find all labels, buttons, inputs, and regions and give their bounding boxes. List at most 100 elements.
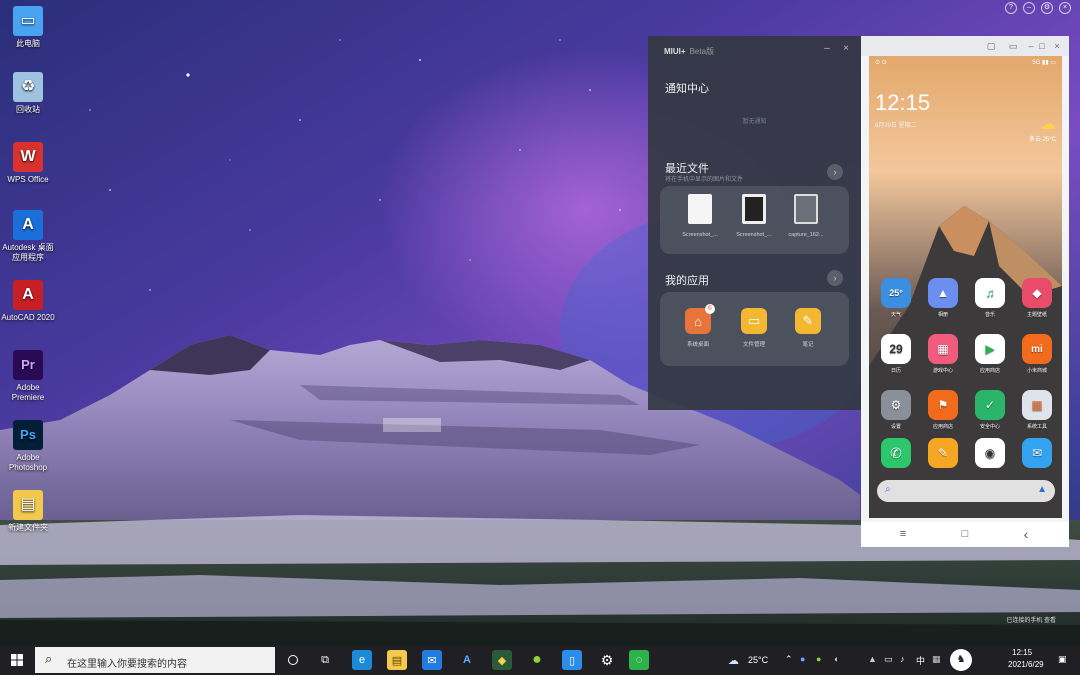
tray-network-icon[interactable]: ▭ (884, 654, 893, 665)
tools-folder-icon: ▦ (1022, 390, 1052, 420)
nav-home-button[interactable]: □ (955, 526, 975, 542)
file-thumbnail (688, 194, 712, 224)
minimize-button[interactable]: – (820, 42, 834, 56)
desktop-icon-label: AutoCAD 2020 (1, 313, 55, 322)
recent-file-item[interactable]: capture_162... (784, 194, 828, 238)
desktop-icon-this-pc[interactable]: ▭ 此电脑 (0, 6, 56, 49)
search-icon: ⌕ (885, 484, 891, 495)
tray-app-icon[interactable]: ▲ (868, 654, 877, 664)
app-notes[interactable]: ✎ 笔记 (788, 308, 828, 348)
taskbar-app-wechat[interactable]: ◌ (629, 650, 649, 670)
phone-app[interactable]: ◆ 主题壁纸 (1017, 278, 1057, 318)
desktop-icon-autocad[interactable]: A AutoCAD 2020 (0, 280, 56, 323)
phone-app[interactable]: ♫ 音乐 (970, 278, 1010, 318)
phone-app[interactable]: ✓ 安全中心 (970, 390, 1010, 430)
taskbar-app-phone-link[interactable]: ▯ (562, 650, 582, 670)
app-file-manager[interactable]: ▭ 文件管理 (734, 308, 774, 348)
phone-app-label: 系统工具 (1026, 424, 1047, 430)
desktop-icon-autodesk[interactable]: A Autodesk 桌面应用程序 (0, 210, 56, 263)
notification-empty-note: 暂无通知 (742, 119, 767, 125)
close-button[interactable]: × (839, 42, 853, 56)
file-name: Screenshot_... (736, 232, 772, 238)
taskbar-app-mail[interactable]: ✉ (422, 650, 442, 670)
tray-time[interactable]: 12:15 (1012, 648, 1032, 657)
taskbar-app-browser[interactable]: ● (527, 650, 547, 670)
recent-file-item[interactable]: Screenshot_... (732, 194, 776, 238)
recent-file-item[interactable]: Screenshot_... (678, 194, 722, 238)
settings-icon: ⚙ (881, 390, 911, 420)
phone-dock-app[interactable]: ✆ (876, 438, 916, 471)
my-apps-title: 我的应用 (665, 275, 709, 287)
tray-weather-icon[interactable]: ☁ (728, 654, 739, 667)
desktop-icon-photoshop[interactable]: Ps Adobe Photoshop (0, 420, 56, 473)
nav-back-button[interactable]: ‹ (1016, 526, 1036, 542)
desktop-icon-premiere[interactable]: Pr Adobe Premiere (0, 350, 56, 403)
taskbar-app-edge[interactable]: e (352, 650, 372, 670)
desktop-icon-label: Adobe Photoshop (8, 453, 48, 472)
task-view-icon: ⧉ (321, 653, 329, 666)
taskbar-app-misc[interactable]: ◆ (492, 650, 512, 670)
notification-center-title: 通知中心 (665, 83, 709, 95)
wallpaper-label (383, 418, 441, 432)
tray-app-icon[interactable]: ▦ (932, 654, 941, 665)
desktop-icon-new-folder[interactable]: ▤ 新建文件夹 (0, 490, 56, 533)
camera-icon: ◉ (975, 438, 1005, 468)
taskbar-app-autodesk[interactable]: A (457, 650, 477, 670)
calendar-icon: 29 (881, 334, 911, 364)
app-name: 笔记 (802, 342, 814, 348)
tray-app-icon[interactable]: ◐ (834, 654, 839, 664)
recent-files-more-button[interactable]: › (827, 164, 843, 180)
phone-app[interactable]: ▦ 游戏中心 (923, 334, 963, 374)
phone-dock-app[interactable]: ✉ (1017, 438, 1057, 471)
tray-volume-icon[interactable]: ♪ (900, 654, 905, 664)
phone-search-bar[interactable]: ⌕ ▲ (877, 480, 1055, 502)
tray-date[interactable]: 2021/6/29 (1008, 660, 1044, 669)
miui-tray-icon[interactable]: ♞ (950, 649, 972, 671)
close-button[interactable]: × (1051, 40, 1063, 52)
tray-notification-icon[interactable]: ▣ (1058, 654, 1067, 665)
miui-title: MIUI+ Beta版 (664, 46, 714, 57)
rotate-icon[interactable]: ▭ (1007, 40, 1019, 52)
start-button[interactable] (0, 645, 34, 675)
messages-icon: ✉ (1022, 438, 1052, 468)
phone-app[interactable]: ⚙ 设置 (876, 390, 916, 430)
pin-icon[interactable]: ▢ (985, 40, 997, 52)
phone-screen[interactable]: ⊙ ⊙ 5G ▮▮ ▭ 12:15 6月29日 星期二 ☁ 多云 25°C 25… (869, 56, 1062, 518)
minimize-icon[interactable]: – (1023, 2, 1035, 14)
tray-weather-text[interactable]: 25°C (748, 655, 768, 665)
phone-app[interactable]: 29 日历 (876, 334, 916, 374)
cortana-button[interactable] (282, 645, 304, 675)
desktop-icon-wps[interactable]: W WPS Office (0, 142, 56, 185)
task-view-button[interactable]: ⧉ (314, 645, 336, 675)
app-name: 系统桌面 (686, 342, 709, 348)
phone-app[interactable]: ⚑ 应用商店 (923, 390, 963, 430)
my-apps-more-button[interactable]: › (827, 270, 843, 286)
app-system-desktop[interactable]: ⌂ 6 系统桌面 (678, 304, 718, 348)
phone-app[interactable]: 25° 天气 (876, 278, 916, 318)
tray-app-icon[interactable]: ● (800, 654, 805, 664)
tray-ime-indicator[interactable]: 中 (916, 654, 925, 667)
taskbar-search-box[interactable]: ⌕ 在这里输入你要搜索的内容 (35, 647, 275, 673)
phone-dock-app[interactable]: ✎ (923, 438, 963, 471)
desktop-icon-recycle-bin[interactable]: ♻ 回收站 (0, 72, 56, 115)
game-center-icon: ▦ (928, 334, 958, 364)
help-icon[interactable]: ? (1005, 2, 1017, 14)
cortana-icon (288, 655, 298, 665)
miui-app-name: MIUI+ (664, 47, 686, 56)
close-icon[interactable]: × (1059, 2, 1071, 14)
tray-overflow-icon[interactable]: ⌃ (785, 654, 793, 665)
taskbar-app-settings[interactable]: ⚙ (597, 650, 617, 670)
tray-app-icon[interactable]: ● (816, 654, 821, 664)
phone-app-label: 天气 (890, 312, 901, 318)
phone-app[interactable]: ▦ 系统工具 (1017, 390, 1057, 430)
nav-menu-button[interactable]: ≡ (893, 526, 913, 542)
maximize-button[interactable]: □ (1036, 40, 1048, 52)
app-name: 文件管理 (742, 342, 765, 348)
phone-app[interactable]: ▶ 应用商店 (970, 334, 1010, 374)
phone-dock-app[interactable]: ◉ (970, 438, 1010, 471)
phone-app[interactable]: ▲ 相册 (923, 278, 963, 318)
phone-app[interactable]: mi 小米商城 (1017, 334, 1057, 374)
phone-app-label: 相册 (937, 312, 948, 318)
settings-icon[interactable]: ⚙ (1041, 2, 1053, 14)
taskbar-app-file-explorer[interactable]: ▤ (387, 650, 407, 670)
